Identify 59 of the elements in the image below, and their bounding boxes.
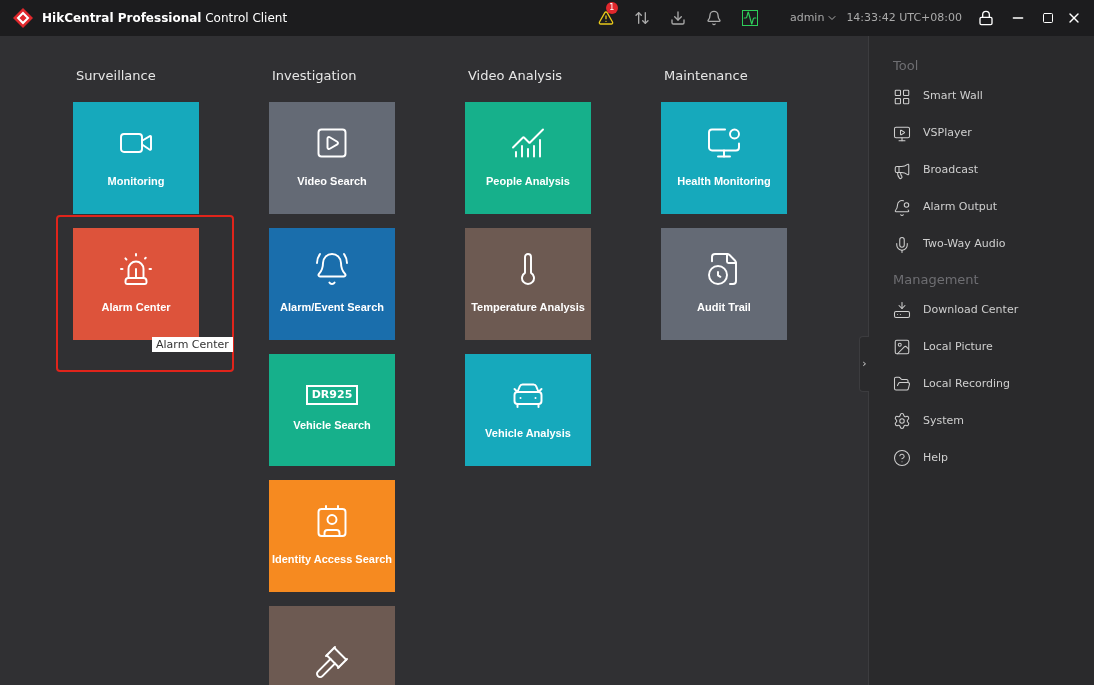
tooltip: Alarm Center [152, 336, 233, 352]
player-icon [893, 124, 911, 143]
bell-icon[interactable] [705, 10, 722, 26]
maximize-icon[interactable] [1042, 12, 1054, 24]
tile-label: Audit Trail [697, 300, 751, 316]
alert-count-badge: 1 [605, 2, 618, 14]
picture-icon [893, 338, 911, 356]
siren-icon [118, 251, 154, 288]
column-heading: Surveillance [76, 67, 157, 85]
module-tile[interactable]: Audit Trail [661, 227, 787, 340]
sidebar-item[interactable]: Broadcast [893, 161, 1094, 180]
lock-icon[interactable] [978, 10, 994, 26]
bell-icon [893, 198, 911, 217]
tile-label: Alarm Center [101, 300, 171, 316]
download-icon[interactable] [669, 10, 686, 26]
collapse-handle[interactable]: › [859, 336, 869, 392]
sidebar-item[interactable]: Smart Wall [893, 87, 1094, 106]
section-heading: Tool [893, 57, 920, 75]
tile-label: People Analysis [486, 174, 570, 190]
sidebar-item[interactable]: Help [893, 449, 1094, 467]
sidebar-item[interactable]: Alarm Output [893, 198, 1094, 217]
clock-text: 14:33:42 UTC+08:00 [846, 9, 962, 26]
tile-label: Video Search [297, 174, 367, 190]
sidebar-item[interactable]: VSPlayer [893, 124, 1094, 143]
tile-label: Vehicle Search [293, 418, 371, 434]
gavel-icon [314, 643, 350, 680]
module-tile[interactable]: Video Search [269, 101, 395, 214]
logo-icon [12, 7, 34, 29]
warning-icon[interactable] [597, 10, 614, 26]
plate-frame-icon: DR925 [305, 385, 359, 406]
module-tile[interactable]: Alarm/Event Search [269, 227, 395, 340]
window-title: HikCentral Professional Control Client [42, 10, 288, 27]
transfer-icon[interactable] [633, 10, 650, 26]
user-menu[interactable]: admin [789, 9, 839, 27]
video-wall-icon [893, 87, 911, 106]
tile-label: Alarm/Event Search [280, 300, 384, 316]
column-heading: Maintenance [664, 67, 749, 85]
column-heading: Investigation [272, 67, 358, 85]
folder-icon [893, 375, 911, 393]
tile-label: Temperature Analysis [471, 300, 585, 316]
module-tile[interactable] [269, 605, 395, 685]
microphone-icon [893, 235, 911, 254]
settings-icon [893, 412, 911, 430]
sidebar-item[interactable]: Local Recording [893, 375, 1094, 393]
sidebar-item[interactable]: Download Center [893, 301, 1094, 319]
tile-label: Identity Access Search [271, 552, 392, 568]
tile-label: Monitoring [107, 174, 165, 190]
module-tile[interactable]: Alarm Center [73, 227, 199, 340]
tile-label: Health Monitoring [677, 174, 771, 190]
section-heading: Management [893, 270, 980, 289]
sidebar-item[interactable]: Local Picture [893, 338, 1094, 356]
download-icon [893, 301, 911, 319]
module-tile[interactable]: Temperature Analysis [465, 227, 591, 340]
sidebar-item[interactable]: Two-Way Audio [893, 235, 1094, 254]
tile-label: Vehicle Analysis [485, 426, 571, 442]
column-heading: Video Analysis [468, 67, 564, 85]
megaphone-icon [893, 161, 911, 180]
sidebar-item[interactable]: System [893, 412, 1094, 430]
help-icon [893, 449, 911, 467]
